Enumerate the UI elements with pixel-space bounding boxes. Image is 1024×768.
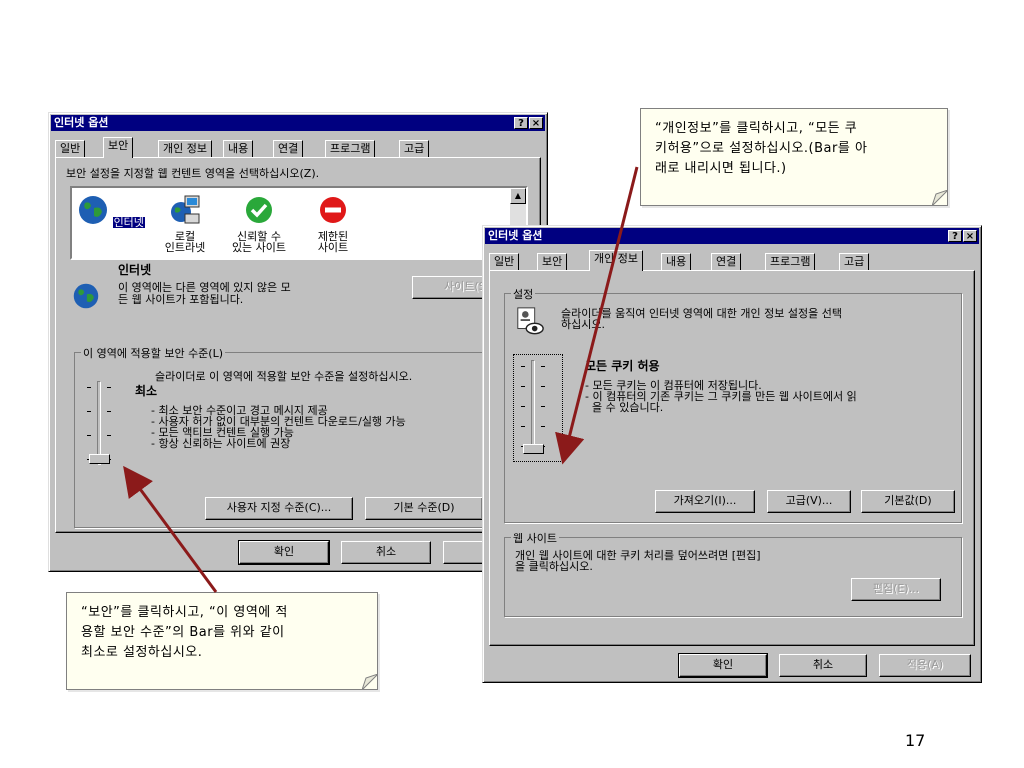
tab-content[interactable]: 내용 <box>661 253 692 270</box>
tab-advanced[interactable]: 고급 <box>839 253 870 270</box>
ok-button[interactable]: 확인 <box>678 653 768 678</box>
window-title-bar[interactable]: 인터넷 옵션 ? × <box>485 228 979 244</box>
intranet-icon <box>171 195 200 224</box>
default-button[interactable]: 기본값(D) <box>861 490 955 513</box>
zone-internet[interactable]: 인터넷 <box>76 194 146 229</box>
privacy-hint-line2: 하십시오. <box>561 318 605 331</box>
advanced-button[interactable]: 고급(V)... <box>767 490 851 513</box>
privacy-level-name: 모든 쿠키 허용 <box>585 359 660 373</box>
zone-trusted-sites[interactable]: 신뢰할 수 있는 사이트 <box>224 194 294 253</box>
callout-line: 용할 보안 수준”의 Bar를 위와 같이 <box>81 625 285 640</box>
cancel-button[interactable]: 취소 <box>779 654 867 677</box>
callout-note-privacy: “개인정보”를 클릭하시고, “모든 쿠 키허용”으로 설정하십시오.(Bar를… <box>640 108 948 206</box>
apply-button[interactable]: 적용(A) <box>879 654 971 677</box>
settings-group: 설정 슬라이더를 움직여 인터넷 영역에 대한 개인 정보 설정을 선택 하십시… <box>504 286 962 523</box>
zone-trusted-sites-label: 신뢰할 수 있는 사이트 <box>231 230 287 254</box>
tab-strip: 일반 보안 개인 정보 내용 연결 프로그램 고급 <box>55 137 535 158</box>
window-title: 인터넷 옵션 <box>488 229 543 242</box>
websites-desc-line2: 을 클릭하십시오. <box>515 560 593 573</box>
restricted-icon <box>320 197 346 223</box>
zone-instruction: 보안 설정을 지정할 웹 컨텐트 영역을 선택하십시오(Z). <box>66 167 320 180</box>
import-button[interactable]: 가져오기(I)... <box>655 490 755 513</box>
security-level-slider[interactable] <box>85 375 115 465</box>
zone-internet-label: 인터넷 <box>112 216 145 229</box>
zone-local-intranet[interactable]: 로컬 인트라넷 <box>150 194 220 253</box>
zone-description-line2: 든 웹 사이트가 포함됩니다. <box>118 293 244 306</box>
security-panel: 보안 설정을 지정할 웹 컨텐트 영역을 선택하십시오(Z). 인터넷 로컬 인… <box>55 157 541 533</box>
page-curl-icon <box>362 674 378 690</box>
callout-line: “보안”를 클릭하시고, “이 영역에 적 <box>81 605 288 620</box>
tab-general[interactable]: 일반 <box>55 140 86 157</box>
tab-privacy[interactable]: 개인 정보 <box>589 250 643 271</box>
slider-hint: 슬라이더로 이 영역에 적용할 보안 수준을 설정하십시오. <box>155 370 413 383</box>
tab-programs[interactable]: 프로그램 <box>765 253 816 270</box>
help-button[interactable]: ? <box>948 230 962 242</box>
checkmark-icon <box>246 197 272 223</box>
callout-line: “개인정보”를 클릭하시고, “모든 쿠 <box>655 121 858 136</box>
scroll-up-arrow-icon[interactable]: ▲ <box>510 188 526 204</box>
tab-content[interactable]: 내용 <box>223 140 254 157</box>
globe-icon <box>79 196 108 224</box>
internet-options-window-security: 인터넷 옵션 ? × 일반 보안 개인 정보 내용 연결 프로그램 고급 보안 … <box>48 112 548 572</box>
security-level-label: 이 영역에 적용할 보안 수준(L) <box>81 345 226 361</box>
privacy-panel: 설정 슬라이더를 움직여 인터넷 영역에 대한 개인 정보 설정을 선택 하십시… <box>489 270 975 646</box>
tab-strip: 일반 보안 개인 정보 내용 연결 프로그램 고급 <box>489 250 969 271</box>
zone-list: 인터넷 로컬 인트라넷 신뢰할 수 있는 사이트 제한된 사이트 ▲ <box>70 186 528 260</box>
slider-thumb[interactable] <box>89 454 110 464</box>
zone-restricted-sites-label: 제한된 사이트 <box>317 230 349 254</box>
tab-privacy[interactable]: 개인 정보 <box>158 140 212 157</box>
zone-local-intranet-label: 로컬 인트라넷 <box>164 230 206 254</box>
callout-line: 최소로 설정하십시오. <box>81 645 203 660</box>
callout-line: 래로 내리시면 됩니다.) <box>655 161 787 176</box>
internet-options-window-privacy: 인터넷 옵션 ? × 일반 보안 개인 정보 내용 연결 프로그램 고급 설정 … <box>482 225 982 683</box>
tab-advanced[interactable]: 고급 <box>399 140 430 157</box>
custom-level-button[interactable]: 사용자 지정 수준(C)... <box>205 497 353 520</box>
slider-thumb[interactable] <box>523 444 544 454</box>
privacy-level-slider[interactable] <box>513 354 563 462</box>
security-level-group: 이 영역에 적용할 보안 수준(L) 슬라이더로 이 영역에 적용할 보안 수준… <box>74 345 534 528</box>
callout-line: 키허용”으로 설정하십시오.(Bar를 아 <box>655 141 868 156</box>
zone-restricted-sites[interactable]: 제한된 사이트 <box>298 194 368 253</box>
page-curl-icon <box>932 190 948 206</box>
tab-general[interactable]: 일반 <box>489 253 520 270</box>
security-level-name: 최소 <box>135 384 158 398</box>
tab-connections[interactable]: 연결 <box>273 140 304 157</box>
default-level-button[interactable]: 기본 수준(D) <box>365 497 483 520</box>
privacy-icon <box>517 307 544 335</box>
privacy-level-item-3: 을 수 있습니다. <box>585 401 664 414</box>
cancel-button[interactable]: 취소 <box>341 541 431 564</box>
edit-button[interactable]: 편집(E)... <box>851 578 941 601</box>
websites-group: 웹 사이트 개인 웹 사이트에 대한 쿠키 처리를 덮어쓰려면 [편집] 을 클… <box>504 530 962 617</box>
help-button[interactable]: ? <box>514 117 528 129</box>
settings-label: 설정 <box>511 286 536 302</box>
globe-icon <box>73 283 99 309</box>
websites-label: 웹 사이트 <box>511 530 559 546</box>
callout-note-security: “보안”를 클릭하시고, “이 영역에 적 용할 보안 수준”의 Bar를 위와… <box>66 592 378 690</box>
tab-programs[interactable]: 프로그램 <box>325 140 376 157</box>
selected-zone-title: 인터넷 <box>118 263 152 277</box>
tab-security[interactable]: 보안 <box>537 253 568 270</box>
window-title: 인터넷 옵션 <box>54 116 109 129</box>
ok-button[interactable]: 확인 <box>238 540 330 565</box>
level-item-4: - 항상 신뢰하는 사이트에 권장 <box>151 437 291 450</box>
tab-connections[interactable]: 연결 <box>711 253 742 270</box>
window-title-bar[interactable]: 인터넷 옵션 ? × <box>51 115 545 131</box>
close-button[interactable]: × <box>529 117 543 129</box>
tab-security[interactable]: 보안 <box>103 137 134 158</box>
close-button[interactable]: × <box>963 230 977 242</box>
page-number: 17 <box>905 731 926 750</box>
